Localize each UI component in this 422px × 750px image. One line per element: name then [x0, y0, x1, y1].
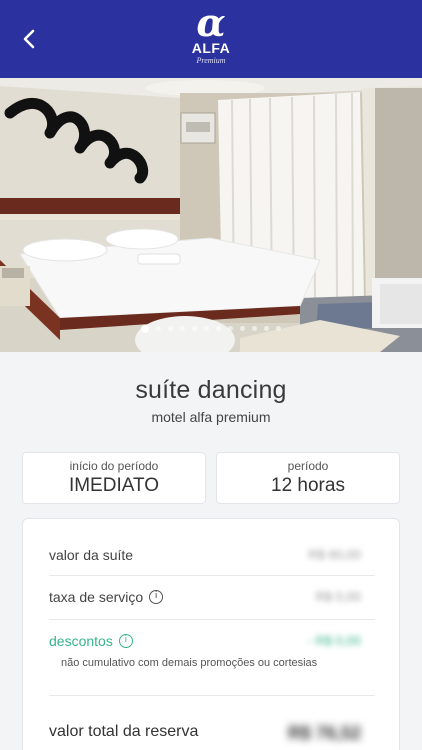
motel-name: motel alfa premium	[151, 409, 271, 425]
suite-name: suíte dancing	[135, 376, 287, 404]
logo-symbol: α	[196, 0, 226, 45]
period-value: 12 horas	[271, 475, 345, 496]
service-fee-label: taxa de serviço	[49, 589, 144, 605]
carousel-dot[interactable]	[156, 326, 161, 331]
start-period-label: início do período	[69, 459, 159, 473]
total-row: valor total da reserva R$ 76,52	[49, 723, 375, 743]
alfa-logo: α ALFA Premium	[180, 0, 242, 70]
carousel-dot[interactable]	[228, 326, 233, 331]
suite-price-value: R$ 60,00	[308, 547, 361, 562]
price-summary: valor da suíte R$ 60,00 taxa de serviço …	[22, 518, 400, 750]
service-fee-row: taxa de serviço i R$ 0,00	[49, 589, 375, 607]
period-label: período	[287, 459, 329, 473]
carousel-dot[interactable]	[168, 326, 173, 331]
carousel-dot[interactable]	[252, 326, 257, 331]
suite-price-row: valor da suíte R$ 60,00	[49, 547, 375, 565]
discount-row: descontos i - R$ 0,00	[49, 633, 375, 651]
carousel-indicators[interactable]	[0, 325, 422, 333]
total-value: R$ 76,52	[287, 723, 361, 743]
carousel-dot[interactable]	[180, 326, 185, 331]
carousel-dot[interactable]	[141, 325, 149, 333]
carousel-dot[interactable]	[204, 326, 209, 331]
total-label: valor total da reserva	[49, 723, 199, 740]
suite-photo[interactable]	[0, 78, 422, 352]
start-period-value: IMEDIATO	[68, 475, 160, 496]
chevron-left-icon	[23, 29, 35, 49]
divider	[49, 619, 375, 620]
app-header: α ALFA Premium	[0, 0, 422, 78]
discount-note: não cumulativo com demais promoções ou c…	[61, 657, 318, 669]
carousel-dot[interactable]	[264, 326, 269, 331]
logo-tagline: Premium	[196, 56, 226, 65]
divider	[49, 575, 375, 576]
logo-brand: ALFA	[191, 40, 231, 56]
info-icon[interactable]: i	[149, 590, 164, 604]
divider	[49, 695, 375, 696]
start-period-card[interactable]: início do período IMEDIATO	[22, 452, 206, 504]
service-fee-value: R$ 0,00	[315, 589, 361, 604]
discount-label: descontos	[49, 633, 113, 649]
carousel-dot[interactable]	[276, 326, 281, 331]
carousel-dot[interactable]	[192, 326, 197, 331]
suite-price-label: valor da suíte	[49, 547, 134, 563]
discount-value: - R$ 0,00	[307, 633, 361, 648]
carousel-dot[interactable]	[216, 326, 221, 331]
suite-photo-image	[0, 78, 422, 352]
back-button[interactable]	[14, 24, 44, 54]
period-card[interactable]: período 12 horas	[216, 452, 400, 504]
info-icon[interactable]: i	[118, 634, 133, 648]
carousel-dot[interactable]	[240, 326, 245, 331]
